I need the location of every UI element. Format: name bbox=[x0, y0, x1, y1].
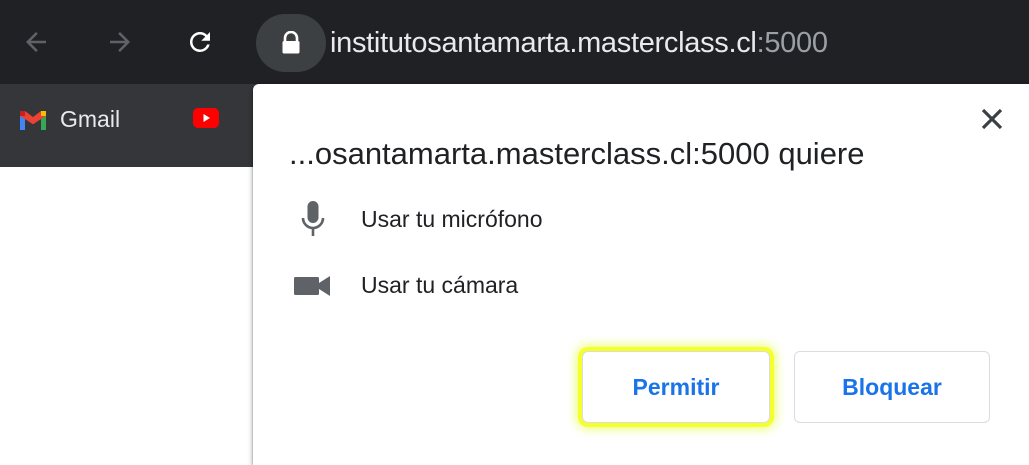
close-icon bbox=[981, 108, 1003, 130]
popup-title: ...osantamarta.masterclass.cl:5000 quier… bbox=[289, 136, 865, 171]
bookmark-gmail[interactable]: Gmail bbox=[20, 106, 120, 133]
permission-label: Usar tu cámara bbox=[361, 272, 519, 298]
block-button[interactable]: Bloquear bbox=[794, 351, 990, 423]
browser-toolbar: institutosantamarta.masterclass.cl:5000 bbox=[0, 0, 1029, 84]
youtube-icon bbox=[193, 108, 219, 128]
microphone-icon bbox=[293, 200, 333, 238]
forward-button[interactable] bbox=[94, 16, 146, 68]
bookmark-label: Gmail bbox=[60, 106, 121, 132]
address-bar[interactable]: institutosantamarta.masterclass.cl:5000 bbox=[256, 14, 1029, 72]
camera-icon bbox=[293, 275, 333, 297]
arrow-left-icon bbox=[26, 32, 46, 52]
reload-button[interactable] bbox=[174, 16, 226, 68]
permission-row-microphone: Usar tu micrófono bbox=[293, 200, 543, 238]
back-button[interactable] bbox=[10, 16, 62, 68]
site-info-button[interactable] bbox=[256, 14, 326, 72]
gmail-icon bbox=[20, 110, 46, 130]
url-port: :5000 bbox=[756, 26, 828, 59]
reload-icon bbox=[189, 31, 210, 52]
close-button[interactable] bbox=[975, 102, 1009, 136]
bookmark-youtube[interactable] bbox=[193, 108, 219, 128]
permission-label: Usar tu micrófono bbox=[361, 205, 543, 232]
lock-icon bbox=[282, 31, 300, 54]
url-host: institutosantamarta.masterclass.cl bbox=[330, 26, 757, 59]
permission-popup: ...osantamarta.masterclass.cl:5000 quier… bbox=[253, 84, 1029, 465]
permission-row-camera: Usar tu cámara bbox=[293, 272, 518, 299]
arrow-right-icon bbox=[110, 32, 130, 52]
url-text[interactable]: institutosantamarta.masterclass.cl:5000 bbox=[330, 27, 828, 60]
allow-button[interactable]: Permitir bbox=[582, 351, 770, 423]
